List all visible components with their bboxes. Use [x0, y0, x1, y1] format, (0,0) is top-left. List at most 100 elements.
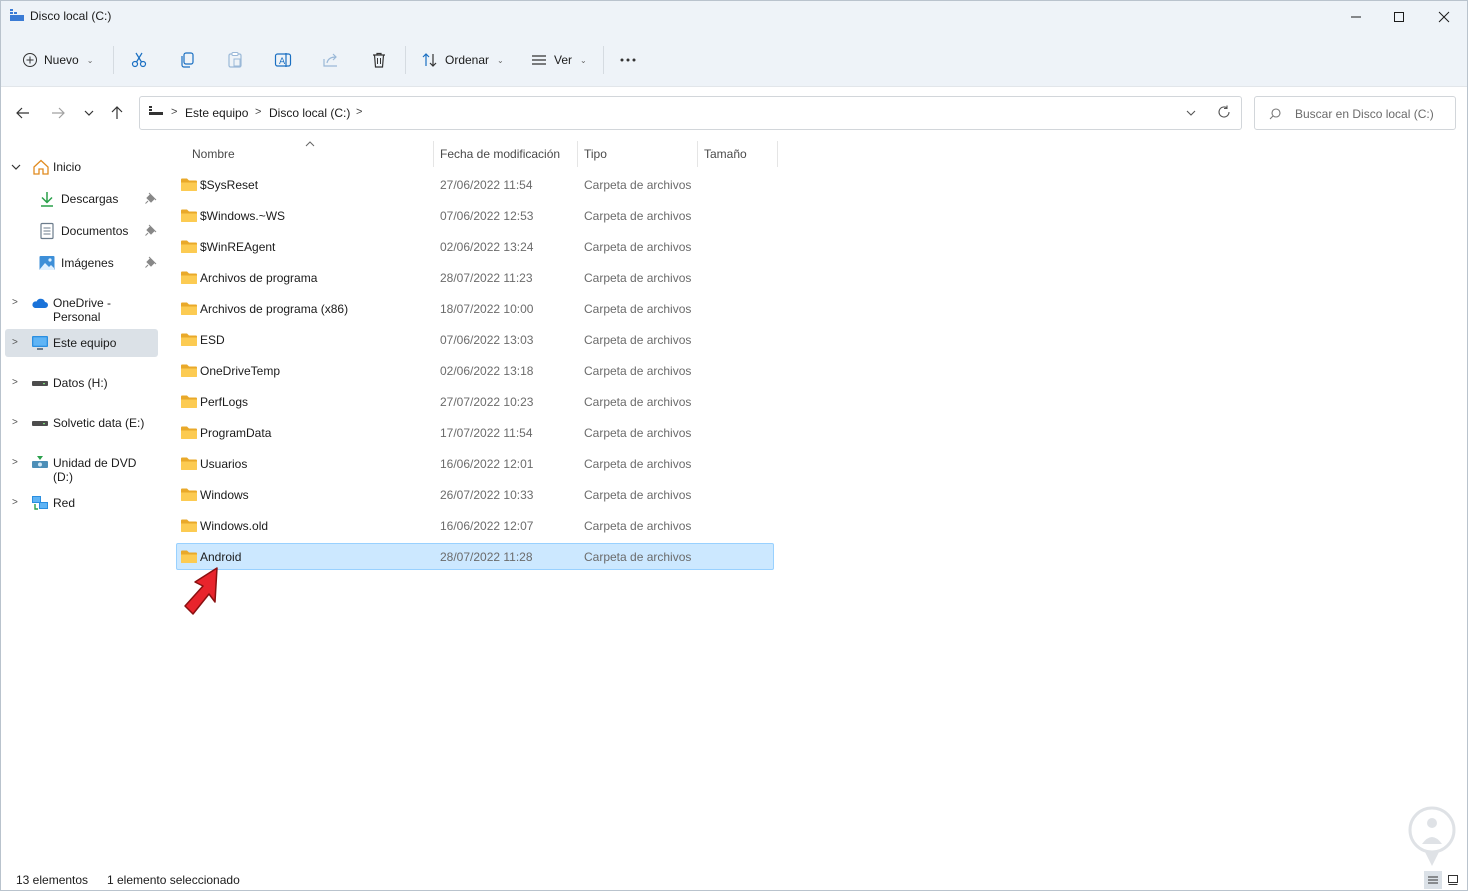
- new-button[interactable]: Nuevo ⌄: [22, 47, 93, 73]
- pin-icon[interactable]: [145, 224, 157, 236]
- toolbar-divider: [113, 46, 114, 74]
- minimize-icon: [1351, 16, 1361, 18]
- breadcrumb-item[interactable]: Disco local (C:): [269, 106, 350, 120]
- cut-button[interactable]: [130, 47, 148, 73]
- chevron-down-icon: ⌄: [580, 55, 587, 65]
- copy-button[interactable]: [178, 47, 196, 73]
- file-row[interactable]: Archivos de programa 28/07/2022 11:23 Carp…: [176, 264, 774, 291]
- breadcrumb-separator: >: [255, 106, 262, 118]
- chevron-right-icon[interactable]: >: [12, 297, 18, 308]
- address-bar[interactable]: > Este equipo > Disco local (C:) >: [139, 96, 1242, 130]
- sidebar-item-label: Inicio: [53, 160, 82, 174]
- up-button[interactable]: [107, 103, 127, 123]
- sidebar-item-label: Unidad de DVD (D:): [53, 456, 137, 484]
- folder-icon: [181, 426, 197, 439]
- sidebar-item-este-equipo[interactable]: > Este equipo: [5, 329, 158, 357]
- chevron-right-icon[interactable]: >: [12, 417, 18, 428]
- folder-icon: [181, 550, 197, 563]
- column-header-name[interactable]: Nombre: [192, 147, 235, 161]
- file-type: Carpeta de archivos: [584, 364, 692, 378]
- chevron-down-icon: ⌄: [497, 55, 504, 65]
- tiles-view-button[interactable]: [1444, 871, 1462, 889]
- pointer-arrow-annotation: [184, 567, 218, 615]
- file-list: Nombre Fecha de modificación Tipo Tamaño…: [166, 141, 1466, 866]
- file-date: 18/07/2022 10:00: [440, 302, 534, 316]
- chevron-down-icon[interactable]: [1186, 108, 1196, 118]
- file-row[interactable]: $WinREAgent 02/06/2022 13:24 Carpeta de ar…: [176, 233, 774, 260]
- sidebar-item-datos[interactable]: > Datos (H:): [5, 369, 158, 397]
- file-row[interactable]: OneDriveTemp 02/06/2022 13:18 Carpeta de a…: [176, 357, 774, 384]
- chevron-right-icon[interactable]: >: [12, 337, 18, 348]
- file-type: Carpeta de archivos: [584, 519, 692, 533]
- file-row[interactable]: Usuarios 16/06/2022 12:01 Carpeta de archi…: [176, 450, 774, 477]
- sort-icon: [422, 53, 437, 67]
- forward-button[interactable]: [48, 103, 68, 123]
- pin-icon[interactable]: [145, 256, 157, 268]
- rename-button[interactable]: A: [274, 47, 292, 73]
- column-header-type[interactable]: Tipo: [584, 147, 607, 161]
- file-date: 28/07/2022 11:23: [440, 271, 533, 285]
- network-icon: [32, 496, 48, 510]
- sidebar-item-descargas[interactable]: Descargas: [5, 185, 158, 213]
- delete-button[interactable]: [370, 47, 388, 73]
- view-button[interactable]: Ver ⌄: [530, 47, 587, 73]
- sidebar-item-label: Descargas: [61, 192, 119, 206]
- file-date: 17/07/2022 11:54: [440, 426, 533, 440]
- column-divider[interactable]: [697, 141, 698, 167]
- sidebar-item-onedrive[interactable]: > OneDrive - Personal: [5, 289, 158, 324]
- file-name: Android: [200, 550, 242, 564]
- close-button[interactable]: [1421, 1, 1467, 33]
- recent-locations-button[interactable]: [79, 103, 99, 123]
- sidebar-item-inicio[interactable]: Inicio: [5, 153, 158, 181]
- chevron-down-icon[interactable]: [11, 162, 21, 172]
- sidebar-item-imagenes[interactable]: Imágenes: [5, 249, 158, 277]
- sidebar-item-label: OneDrive - Personal: [53, 296, 112, 324]
- sort-ascending-icon: [305, 141, 315, 147]
- file-name: Windows.old: [200, 519, 269, 533]
- file-row[interactable]: ESD 07/06/2022 13:03 Carpeta de archivos: [176, 326, 774, 353]
- sort-button[interactable]: Ordenar ⌄: [421, 47, 504, 73]
- chevron-right-icon[interactable]: >: [12, 377, 18, 388]
- breadcrumb-item[interactable]: Este equipo: [185, 106, 248, 120]
- share-button[interactable]: [322, 47, 340, 73]
- sidebar-item-dvd[interactable]: > Unidad de DVD (D:): [5, 449, 158, 484]
- sidebar-item-red[interactable]: > Red: [5, 489, 158, 517]
- pin-icon[interactable]: [145, 192, 157, 204]
- sidebar-item-solvetic-data[interactable]: > Solvetic data (E:): [5, 409, 158, 437]
- file-row[interactable]: $Windows.~WS 07/06/2022 12:53 Carpeta de a…: [176, 202, 774, 229]
- sidebar-item-documentos[interactable]: Documentos: [5, 217, 158, 245]
- file-row[interactable]: Android 28/07/2022 11:28 Carpeta de archiv…: [176, 543, 774, 570]
- column-divider[interactable]: [433, 141, 434, 167]
- column-header-date[interactable]: Fecha de modificación: [440, 147, 560, 161]
- back-button[interactable]: [13, 103, 33, 123]
- file-type: Carpeta de archivos: [584, 488, 692, 502]
- chevron-down-icon: [84, 110, 94, 116]
- chevron-right-icon[interactable]: >: [12, 457, 18, 468]
- file-date: 16/06/2022 12:07: [440, 519, 534, 533]
- file-name: ProgramData: [200, 426, 272, 440]
- chevron-right-icon[interactable]: >: [12, 497, 18, 508]
- maximize-button[interactable]: [1376, 1, 1422, 33]
- folder-icon: [181, 178, 197, 191]
- search-input[interactable]: Buscar en Disco local (C:): [1254, 96, 1456, 130]
- file-date: 27/06/2022 11:54: [440, 178, 533, 192]
- minimize-button[interactable]: [1333, 1, 1379, 33]
- selection-count: 1 elemento seleccionado: [107, 873, 240, 887]
- details-view-button[interactable]: [1424, 871, 1442, 889]
- file-row[interactable]: Archivos de programa (x86) 18/07/2022 10:…: [176, 295, 774, 322]
- file-row[interactable]: Windows.old 16/06/2022 12:07 Carpeta de ar…: [176, 512, 774, 539]
- column-header-size[interactable]: Tamaño: [704, 147, 747, 161]
- file-row[interactable]: Windows 26/07/2022 10:33 Carpeta de archiv…: [176, 481, 774, 508]
- file-date: 02/06/2022 13:18: [440, 364, 534, 378]
- column-divider[interactable]: [777, 141, 778, 167]
- plus-circle-icon: [23, 53, 37, 67]
- file-row[interactable]: ProgramData 17/07/2022 11:54 Carpeta de ar…: [176, 419, 774, 446]
- paste-button[interactable]: [226, 47, 244, 73]
- sidebar-item-label: Datos (H:): [53, 376, 108, 390]
- cloud-icon: [32, 298, 48, 308]
- file-row[interactable]: PerfLogs 27/07/2022 10:23 Carpeta de archi…: [176, 388, 774, 415]
- refresh-icon[interactable]: [1217, 105, 1231, 119]
- column-divider[interactable]: [577, 141, 578, 167]
- file-row[interactable]: $SysReset 27/06/2022 11:54 Carpeta de arch…: [176, 171, 774, 198]
- more-options-button[interactable]: [618, 47, 638, 73]
